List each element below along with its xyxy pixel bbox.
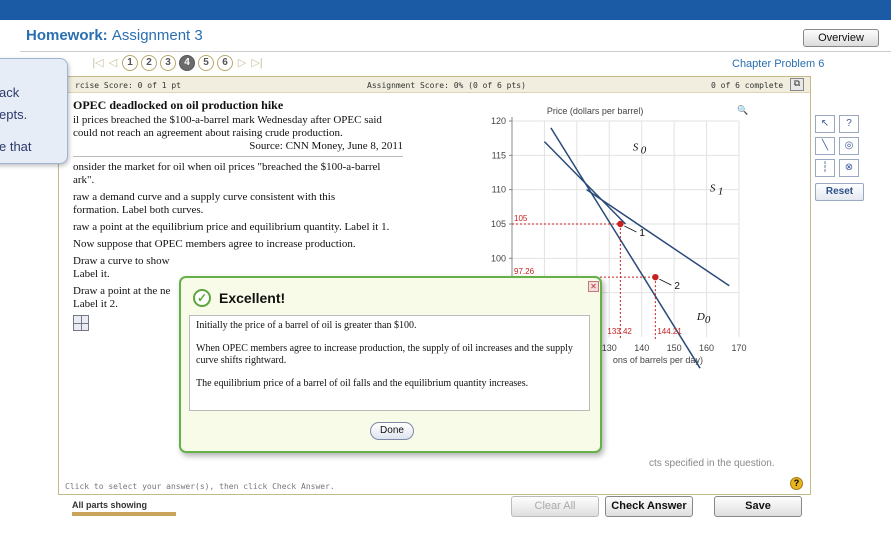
zoom-icon: 🔍 — [737, 104, 748, 115]
reset-button[interactable]: Reset — [815, 183, 864, 201]
quantity-value-label: 144.21 — [657, 327, 682, 336]
tip-callout: ack epts. e that — [0, 58, 68, 164]
x-tick-label: 150 — [667, 343, 682, 353]
y-tick-label: 105 — [491, 219, 506, 229]
checkmark-icon: ✓ — [193, 289, 211, 307]
s1-curve-label: S — [710, 183, 716, 195]
x-axis-label: ons of barrels per day) — [613, 355, 703, 365]
s0-curve-label-subscript: 0 — [641, 144, 647, 156]
feedback-line: The equilibrium price of a barrel of oil… — [196, 378, 529, 389]
x-tick-label: 160 — [699, 343, 714, 353]
feedback-line: Initially the price of a barrel of oil i… — [196, 320, 417, 331]
done-button[interactable]: Done — [370, 422, 414, 440]
next-question-arrow-icon[interactable]: ▷ — [236, 56, 248, 70]
point-label: 2 — [674, 281, 680, 292]
d0-curve-label: D — [696, 311, 705, 323]
chapter-problem-label: Chapter Problem 6 — [732, 58, 825, 70]
s0-curve-label: S — [633, 141, 639, 153]
last-question-arrow-icon[interactable]: ▷| — [251, 56, 263, 70]
point-leader-line — [624, 225, 637, 233]
help-icon[interactable]: ? — [790, 477, 803, 490]
price-value-label: 97.26 — [514, 267, 535, 276]
delete-tool-icon[interactable]: ⊗ — [839, 159, 859, 177]
curve-s1[interactable] — [586, 189, 730, 287]
s1-curve-label-subscript: 1 — [718, 186, 724, 198]
point-leader-line — [659, 278, 672, 286]
page-title: Homework: Assignment 3 — [26, 27, 203, 44]
feedback-line: When OPEC members agree to increase prod… — [196, 343, 573, 366]
instruction-hint: Click to select your answer(s), then cli… — [65, 482, 335, 491]
y-tick-label: 100 — [491, 253, 506, 263]
d0-curve-label-subscript: 0 — [705, 314, 711, 326]
graph-note: cts specified in the question. — [649, 458, 775, 469]
question-2-button[interactable]: 2 — [141, 55, 157, 71]
point-label: 1 — [639, 228, 645, 239]
equilibrium-point-1 — [617, 220, 624, 228]
tip-line: ack — [0, 85, 20, 100]
point-tool-icon[interactable]: ◎ — [839, 137, 859, 155]
parts-showing-label: All parts showing — [72, 500, 148, 510]
overview-button[interactable]: Overview — [803, 29, 879, 47]
prev-question-arrow-icon[interactable]: ◁ — [107, 56, 119, 70]
y-tick-label: 120 — [491, 116, 506, 126]
bottom-bar: All parts showing Clear All Check Answer… — [58, 496, 811, 524]
x-tick-label: 140 — [634, 343, 649, 353]
x-tick-label: 130 — [602, 343, 617, 353]
y-tick-label: 110 — [492, 185, 506, 195]
divider — [20, 51, 891, 52]
y-axis-label: Price (dollars per barrel) — [547, 106, 644, 116]
question-4-button[interactable]: 4 — [179, 55, 195, 71]
line-tool-icon[interactable]: ╲ — [815, 137, 835, 155]
question-3-button[interactable]: 3 — [160, 55, 176, 71]
question-6-button[interactable]: 6 — [217, 55, 233, 71]
feedback-header: ✓ Excellent! — [193, 289, 285, 307]
quantity-value-label: 133.42 — [607, 327, 632, 336]
pointer-tool-icon[interactable]: ↖ — [815, 115, 835, 133]
x-tick-label: 170 — [731, 343, 746, 353]
parts-progress-bar — [72, 512, 176, 516]
check-answer-button[interactable]: Check Answer — [605, 496, 693, 517]
price-value-label: 105 — [514, 214, 528, 223]
clear-all-button[interactable]: Clear All — [511, 496, 599, 517]
tip-line: epts. — [0, 107, 28, 122]
top-banner — [0, 0, 891, 20]
homework-window: Homework: Assignment 3 Overview |◁ ◁ 1 2… — [0, 0, 891, 537]
tip-line: e that — [0, 139, 32, 154]
question-5-button[interactable]: 5 — [198, 55, 214, 71]
save-button[interactable]: Save — [714, 496, 802, 517]
dotted-line-tool-icon[interactable]: ┆ — [815, 159, 835, 177]
assignment-name: Assignment 3 — [111, 27, 203, 44]
question-1-button[interactable]: 1 — [122, 55, 138, 71]
help-tool-icon[interactable]: ? — [839, 115, 859, 133]
question-nav: |◁ ◁ 1 2 3 4 5 6 ▷ ▷| — [92, 54, 263, 72]
title-prefix: Homework: — [26, 27, 108, 44]
y-tick-label: 115 — [492, 150, 506, 160]
close-icon[interactable]: ✕ — [588, 281, 599, 292]
feedback-body: Initially the price of a barrel of oil i… — [189, 315, 590, 411]
feedback-title: Excellent! — [219, 290, 286, 306]
feedback-dialog: ✓ Excellent! ✕ Initially the price of a … — [179, 276, 602, 453]
equilibrium-point-2 — [652, 273, 659, 281]
first-question-arrow-icon[interactable]: |◁ — [92, 56, 104, 70]
